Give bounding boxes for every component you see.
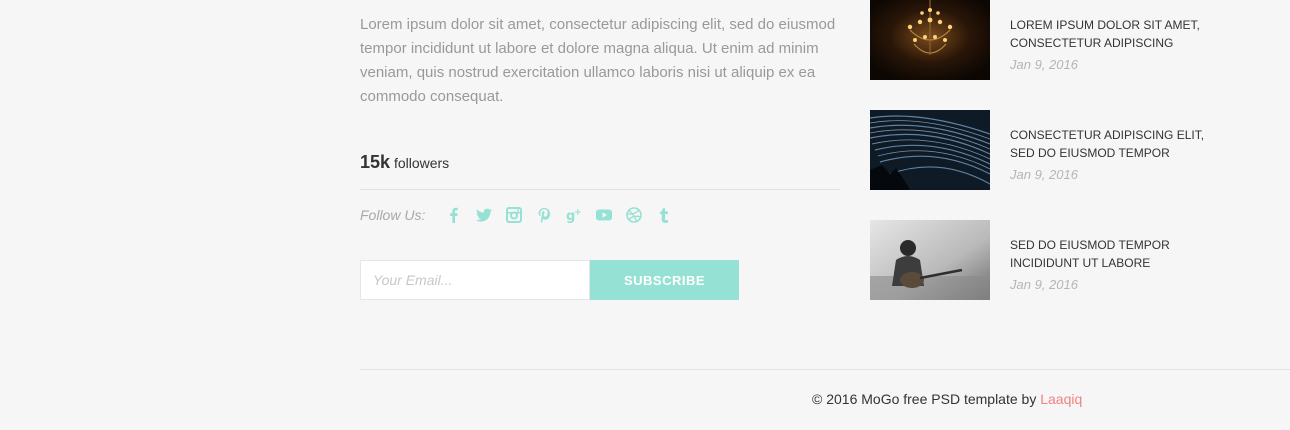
follow-us-label: Follow Us: bbox=[360, 207, 426, 223]
author-link[interactable]: Laaqiq bbox=[1040, 391, 1082, 407]
divider bbox=[360, 189, 840, 190]
post-title[interactable]: Sed do eiusmod tempor incididunt ut labo… bbox=[1010, 236, 1230, 272]
svg-text:+: + bbox=[574, 208, 582, 218]
post-title[interactable]: Lorem ipsum dolor sit amet, consectetur … bbox=[1010, 16, 1230, 52]
about-text: Lorem ipsum dolor sit amet, consectetur … bbox=[360, 16, 836, 105]
twitter-icon[interactable] bbox=[476, 207, 493, 223]
copyright-text: © 2016 MoGo free PSD template by bbox=[812, 391, 1041, 407]
social-links: Follow Us: g + bbox=[360, 204, 679, 226]
dribbble-icon[interactable] bbox=[626, 207, 643, 223]
copyright: © 2016 MoGo free PSD template by Laaqiq bbox=[812, 391, 1082, 407]
post-date: Jan 9, 2016 bbox=[1010, 57, 1078, 72]
followers-number: 15k bbox=[360, 152, 391, 172]
google-plus-icon[interactable]: g + bbox=[566, 207, 582, 223]
subscribe-button[interactable]: SUBSCRIBE bbox=[590, 260, 739, 300]
tumblr-icon[interactable] bbox=[656, 207, 672, 223]
youtube-icon[interactable] bbox=[596, 207, 613, 223]
star-trails-photo[interactable] bbox=[870, 110, 990, 190]
followers-label: followers bbox=[393, 155, 450, 171]
facebook-icon[interactable] bbox=[446, 207, 462, 223]
post-item-2[interactable]: Consectetur adipiscing elit, sed do eius… bbox=[870, 110, 1230, 190]
post-date: Jan 9, 2016 bbox=[1010, 167, 1078, 182]
chandelier-photo[interactable] bbox=[870, 0, 990, 80]
footer-divider bbox=[360, 369, 1290, 370]
followers-count: 15k followers bbox=[360, 152, 449, 173]
post-item-1[interactable]: Lorem ipsum dolor sit amet, consectetur … bbox=[870, 0, 1230, 80]
post-title[interactable]: Consectetur adipiscing elit, sed do eius… bbox=[1010, 126, 1230, 162]
instagram-icon[interactable] bbox=[506, 207, 523, 223]
pinterest-icon[interactable] bbox=[536, 207, 552, 223]
post-date: Jan 9, 2016 bbox=[1010, 277, 1078, 292]
guitar-player-photo[interactable] bbox=[870, 220, 990, 300]
email-input[interactable] bbox=[360, 260, 590, 300]
post-item-3[interactable]: Sed do eiusmod tempor incididunt ut labo… bbox=[870, 220, 1230, 300]
